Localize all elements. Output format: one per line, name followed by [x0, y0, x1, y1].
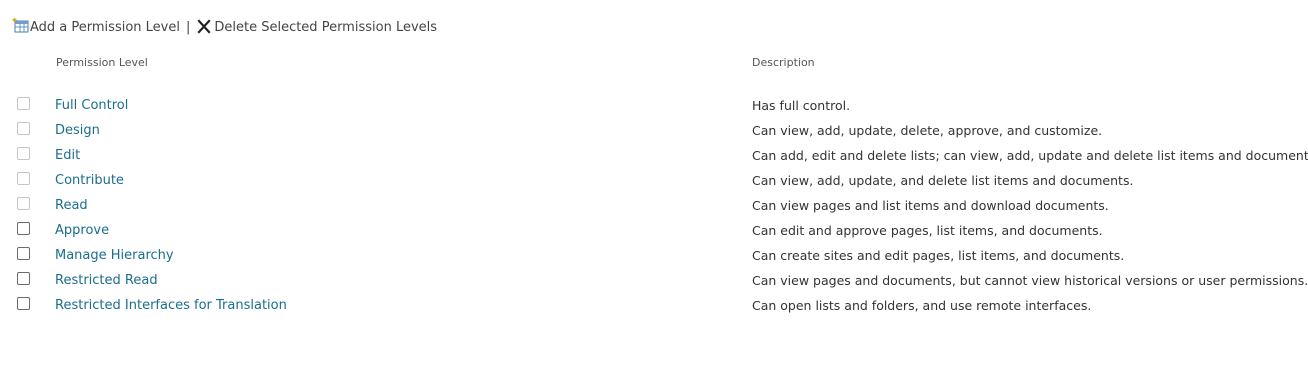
- toolbar-separator: |: [185, 19, 191, 35]
- row-select-checkbox[interactable]: [17, 272, 30, 285]
- permission-level-description: Can edit and approve pages, list items, …: [752, 223, 1103, 238]
- row-select-checkbox[interactable]: [17, 247, 30, 260]
- table-row: Edit Can add, edit and delete lists; can …: [0, 144, 1308, 169]
- table-row: Read Can view pages and list items and do…: [0, 194, 1308, 219]
- permission-level-link[interactable]: Read: [55, 198, 88, 213]
- permission-levels-table: Full Control Has full control. Design Can v…: [0, 94, 1308, 319]
- table-row: Contribute Can view, add, update, and del…: [0, 169, 1308, 194]
- permission-level-link[interactable]: Approve: [55, 223, 109, 238]
- row-select-checkbox[interactable]: [17, 222, 30, 235]
- table-row: Restricted Interfaces for Translation Can…: [0, 294, 1308, 319]
- permission-level-link[interactable]: Restricted Read: [55, 273, 158, 288]
- add-permission-level-button[interactable]: Add a Permission Level: [12, 18, 180, 35]
- column-header-permission-level[interactable]: Permission Level: [56, 56, 148, 69]
- row-select-checkbox: [17, 97, 30, 110]
- permission-level-link[interactable]: Restricted Interfaces for Translation: [55, 298, 287, 313]
- table-row: Design Can view, add, update, delete, app…: [0, 119, 1308, 144]
- permission-level-description: Has full control.: [752, 98, 851, 113]
- permission-level-description: Can open lists and folders, and use remo…: [752, 298, 1092, 313]
- row-select-checkbox: [17, 172, 30, 185]
- column-header-description: Description: [752, 56, 815, 69]
- permission-level-description: Can add, edit and delete lists; can view…: [752, 148, 1308, 163]
- permission-level-description: Can create sites and edit pages, list it…: [752, 248, 1125, 263]
- permission-level-link[interactable]: Full Control: [55, 98, 128, 113]
- permission-level-description: Can view pages and list items and downlo…: [752, 198, 1109, 213]
- permission-level-description: Can view, add, update, and delete list i…: [752, 173, 1134, 188]
- row-select-checkbox: [17, 147, 30, 160]
- add-permission-level-label: Add a Permission Level: [30, 19, 180, 35]
- permission-level-description: Can view, add, update, delete, approve, …: [752, 123, 1103, 138]
- permission-level-link[interactable]: Contribute: [55, 173, 124, 188]
- permission-level-description: Can view pages and documents, but cannot…: [752, 273, 1308, 288]
- permission-level-link[interactable]: Edit: [55, 148, 80, 163]
- delete-selected-permission-levels-label: Delete Selected Permission Levels: [214, 19, 438, 35]
- table-row: Manage Hierarchy Can create sites and edi…: [0, 244, 1308, 269]
- table-row: Full Control Has full control.: [0, 94, 1308, 119]
- delete-selected-permission-levels-button[interactable]: Delete Selected Permission Levels: [196, 19, 437, 35]
- permission-level-link[interactable]: Manage Hierarchy: [55, 248, 174, 263]
- row-select-checkbox[interactable]: [17, 297, 30, 310]
- table-row: Restricted Read Can view pages and docume…: [0, 269, 1308, 294]
- row-select-checkbox: [17, 197, 30, 210]
- add-permission-level-icon: [12, 18, 29, 33]
- permission-level-link[interactable]: Design: [55, 123, 100, 138]
- toolbar: Add a Permission Level | Delete Selected…: [12, 17, 437, 37]
- delete-x-icon: [197, 19, 211, 34]
- row-select-checkbox: [17, 122, 30, 135]
- table-row: Approve Can edit and approve pages, list …: [0, 219, 1308, 244]
